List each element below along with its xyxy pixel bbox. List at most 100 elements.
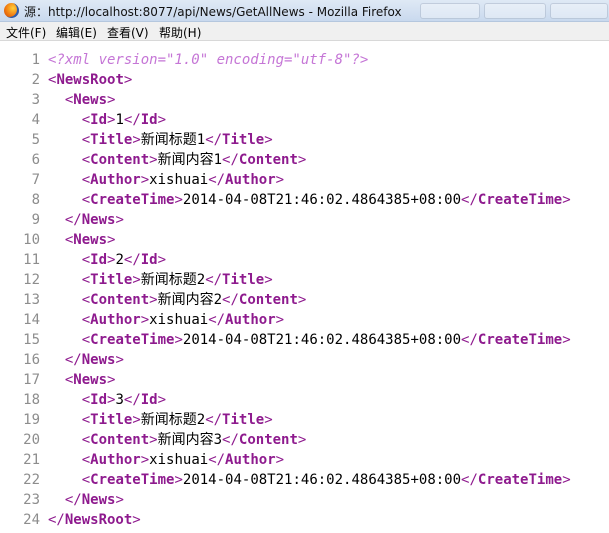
bracket: > [107, 92, 116, 108]
bracket: < [81, 172, 91, 188]
tag-name: Content [238, 432, 298, 448]
tag-name: News [81, 212, 116, 228]
code-text: <Id>2</Id> [48, 250, 166, 270]
code-text: <Content>新闻内容1</Content> [48, 150, 307, 170]
menu-bar: 文件(F) 编辑(E) 查看(V) 帮助(H) [0, 22, 609, 41]
tag-name: NewsRoot [64, 512, 133, 528]
source-line: 19 <Title>新闻标题2</Title> [0, 410, 609, 430]
source-line: 13 <Content>新闻内容2</Content> [0, 290, 609, 310]
menu-file[interactable]: 文件(F) [6, 24, 46, 41]
line-number: 14 [23, 312, 40, 328]
line-number: 15 [23, 332, 40, 348]
line-number: 8 [31, 192, 40, 208]
element-value: 2014-04-08T21:46:02.4864385+08:00 [182, 472, 462, 488]
tag-name: Title [222, 412, 265, 428]
bracket: </ [123, 112, 141, 128]
element-value: 2 [115, 252, 124, 268]
tag-name: Title [222, 132, 265, 148]
tag-name: CreateTime [477, 332, 563, 348]
source-line: 15 <CreateTime>2014-04-08T21:46:02.48643… [0, 330, 609, 350]
line-number: 18 [23, 392, 40, 408]
bracket: > [562, 332, 571, 348]
bracket: > [275, 312, 285, 328]
tag-name: News [73, 372, 108, 388]
tag-name: Author [90, 172, 141, 188]
source-line: 16 </News> [0, 350, 609, 370]
line-number: 4 [31, 112, 40, 128]
tag-name: NewsRoot [56, 72, 124, 88]
bracket: > [115, 352, 124, 368]
element-value: 新闻标题2 [140, 272, 206, 288]
bracket: </ [123, 392, 141, 408]
source-line: 1 <?xml version="1.0" encoding="utf-8"?> [0, 50, 609, 70]
line-number: 21 [23, 452, 40, 468]
tag-name: CreateTime [477, 472, 563, 488]
element-value: 新闻标题1 [140, 132, 206, 148]
bracket: < [81, 192, 91, 208]
code-text: <Title>新闻标题1</Title> [48, 130, 273, 150]
tag-name: Id [90, 252, 108, 268]
element-value: 新闻标题2 [140, 412, 206, 428]
bracket: </ [222, 152, 239, 168]
bracket: </ [222, 432, 239, 448]
bracket: > [149, 432, 158, 448]
source-line: 5 <Title>新闻标题1</Title> [0, 130, 609, 150]
bracket: > [140, 452, 150, 468]
element-value: xishuai [149, 172, 209, 188]
bracket: < [81, 152, 91, 168]
line-number: 19 [23, 412, 40, 428]
source-line: 11 <Id>2</Id> [0, 250, 609, 270]
source-line: 14 <Author>xishuai</Author> [0, 310, 609, 330]
bracket: > [157, 252, 167, 268]
menu-edit[interactable]: 编辑(E) [56, 24, 97, 41]
line-number: 1 [31, 52, 40, 68]
bracket: </ [123, 252, 141, 268]
bracket: > [149, 152, 158, 168]
bracket: > [174, 192, 183, 208]
menu-help[interactable]: 帮助(H) [159, 24, 201, 41]
bracket: > [562, 192, 571, 208]
bracket: </ [208, 172, 226, 188]
bracket: > [107, 372, 116, 388]
bracket: > [132, 512, 141, 528]
source-line: 22 <CreateTime>2014-04-08T21:46:02.48643… [0, 470, 609, 490]
tag-name: Author [225, 312, 276, 328]
code-text: </News> [48, 350, 124, 370]
tag-name: CreateTime [90, 192, 175, 208]
bracket: </ [205, 412, 223, 428]
tag-name: Content [90, 152, 150, 168]
source-line: 9 </News> [0, 210, 609, 230]
tag-name: Id [90, 392, 108, 408]
line-number: 17 [23, 372, 40, 388]
bracket: > [174, 332, 183, 348]
code-text: <Content>新闻内容3</Content> [48, 430, 307, 450]
line-number: 9 [31, 212, 40, 228]
bracket: < [81, 332, 91, 348]
code-text: <CreateTime>2014-04-08T21:46:02.4864385+… [48, 330, 571, 350]
bracket: > [140, 312, 150, 328]
bracket: > [275, 452, 285, 468]
line-number: 22 [23, 472, 40, 488]
window-title: 源：http://localhost:8077/api/News/GetAllN… [24, 5, 402, 19]
line-number: 11 [23, 252, 40, 268]
bracket: </ [64, 212, 82, 228]
window-titlebar[interactable]: 源：http://localhost:8077/api/News/GetAllN… [0, 0, 609, 22]
element-value: 2014-04-08T21:46:02.4864385+08:00 [182, 192, 462, 208]
element-value: 1 [115, 112, 124, 128]
source-line: 21 <Author>xishuai</Author> [0, 450, 609, 470]
tag-name: Author [225, 452, 276, 468]
line-number: 13 [23, 292, 40, 308]
menu-view[interactable]: 查看(V) [107, 24, 149, 41]
tag-name: Id [90, 112, 108, 128]
bracket: </ [461, 332, 478, 348]
code-text: <Title>新闻标题2</Title> [48, 410, 273, 430]
tag-name: News [81, 352, 116, 368]
bracket: < [81, 392, 91, 408]
bracket: </ [208, 452, 226, 468]
element-value: 2014-04-08T21:46:02.4864385+08:00 [182, 332, 462, 348]
line-number: 16 [23, 352, 40, 368]
tag-name: Content [90, 292, 150, 308]
xml-source-view[interactable]: 1 <?xml version="1.0" encoding="utf-8"?> 2… [0, 50, 609, 533]
bracket: > [149, 292, 158, 308]
bracket: < [81, 432, 91, 448]
